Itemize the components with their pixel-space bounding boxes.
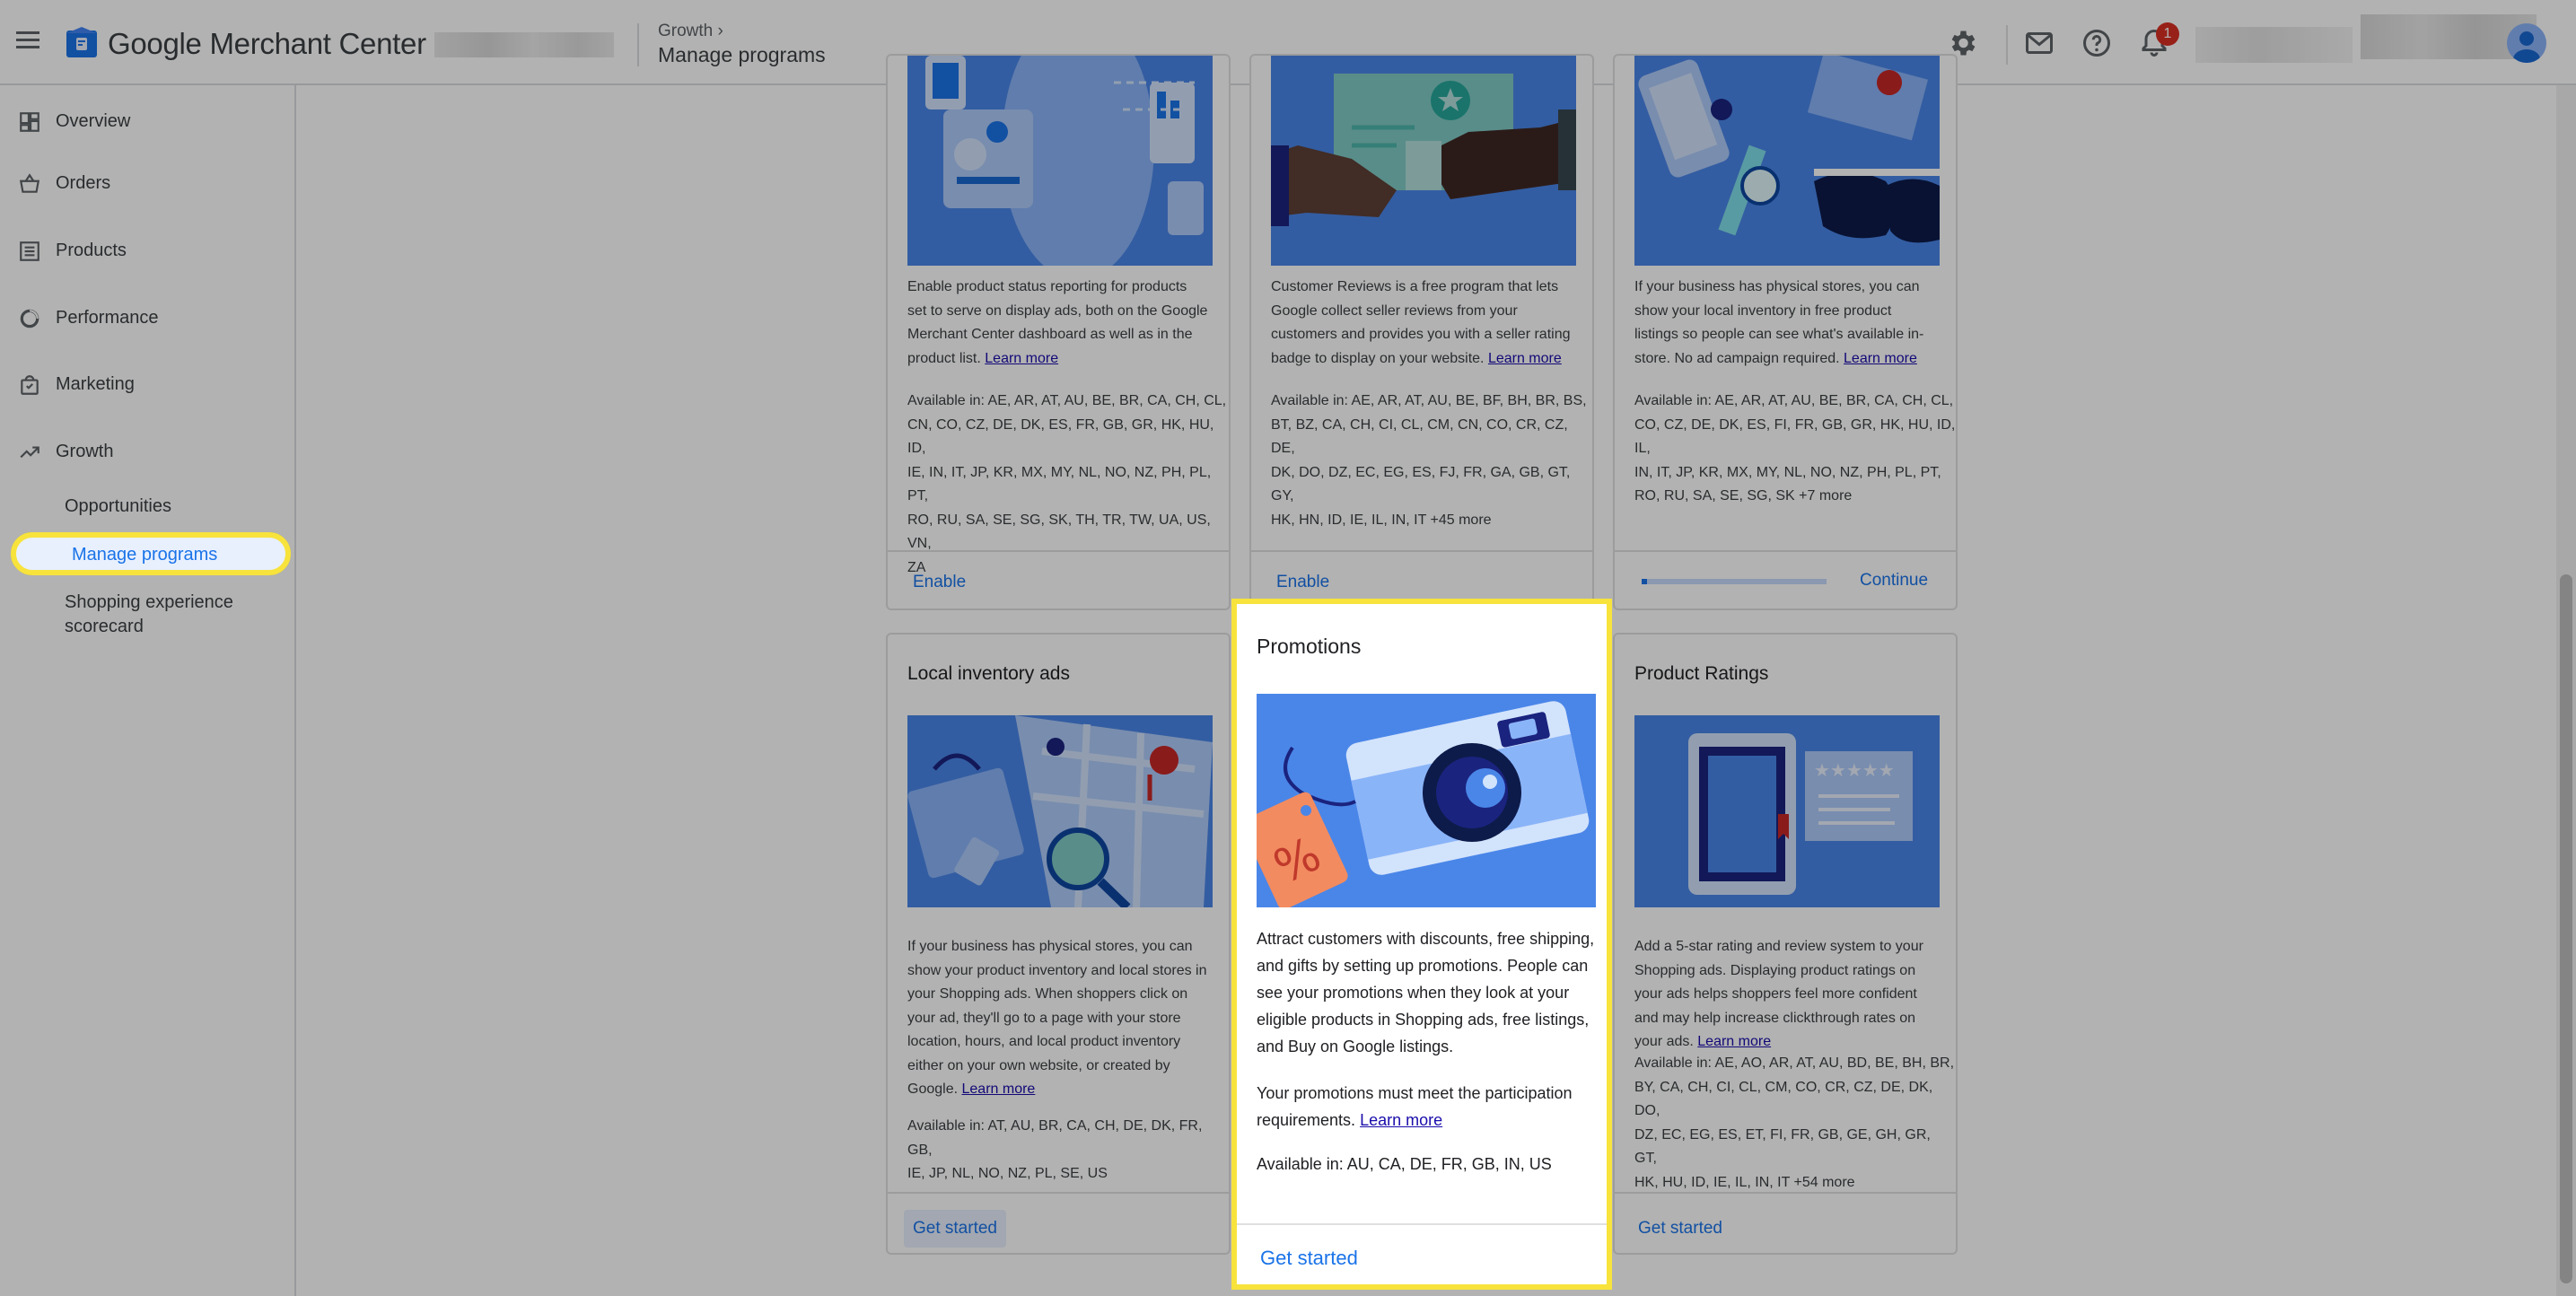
program-card-local-inventory-ads: Local inventory ads If your business has… (886, 633, 1231, 1255)
program-card-customer-reviews: Customer Reviews is a free program that … (1249, 54, 1594, 610)
trending-up-icon (20, 446, 39, 459)
shopping-bag-icon (21, 375, 39, 395)
sidebar-item-orders[interactable]: Orders (0, 162, 296, 206)
list-icon (20, 241, 39, 261)
sidebar-subitem-manage-programs-highlighted[interactable]: Manage programs (11, 532, 291, 575)
sidebar-nav: Overview Orders Products Performance Mar… (0, 85, 296, 1296)
sidebar-item-label: Performance (56, 308, 159, 328)
main-menu-icon[interactable] (14, 27, 41, 54)
mail-icon[interactable] (2023, 27, 2055, 59)
divider (1251, 550, 1592, 552)
divider (1237, 1223, 1607, 1225)
sidebar-item-label: Orders (56, 173, 111, 193)
sidebar-item-marketing[interactable]: Marketing (0, 363, 296, 407)
sidebar-item-growth[interactable]: Growth (0, 430, 296, 475)
divider (1615, 1192, 1956, 1194)
help-icon[interactable] (2081, 27, 2113, 59)
divider (888, 1192, 1229, 1194)
divider (888, 550, 1229, 552)
svg-text:★★★★★: ★★★★★ (1814, 759, 1895, 781)
app-title: Google Merchant Center (108, 27, 426, 60)
learn-more-link[interactable]: Learn more (1488, 351, 1562, 366)
card-availability: Available in: AE, AR, AT, AU, BE, BR, CA… (1634, 393, 1956, 504)
sidebar-subitem-shopping-experience-scorecard[interactable]: Shopping experience scorecard (65, 591, 233, 639)
divider (1615, 550, 1956, 552)
card-availability: Available in: AU, CA, DE, FR, GB, IN, US (1257, 1155, 1552, 1173)
card-description: Attract customers with discounts, free s… (1257, 930, 1595, 1055)
sidebar-item-overview[interactable]: Overview (0, 100, 296, 144)
enable-button[interactable]: Enable (913, 573, 966, 592)
sidebar-item-label: Marketing (56, 374, 135, 394)
basket-icon (19, 173, 40, 193)
notification-count-badge: 1 (2156, 22, 2179, 46)
sidebar-item-label: Manage programs (72, 545, 218, 565)
card-availability: Available in: AT, AU, BR, CA, CH, DE, DK… (907, 1118, 1203, 1181)
continue-button[interactable]: Continue (1860, 571, 1928, 591)
handshake-illustration (1271, 56, 1576, 266)
learn-more-link[interactable]: Learn more (1697, 1034, 1771, 1049)
account-name-redacted[interactable] (434, 32, 614, 57)
program-card-promotions: Promotions % Attract customers with disc… (1231, 599, 1612, 1290)
card-description: Customer Reviews is a free program that … (1271, 279, 1571, 366)
user-name-redacted (2195, 27, 2353, 63)
card-availability: Available in: AE, AR, AT, AU, BE, BF, BH… (1271, 393, 1587, 528)
get-started-button[interactable]: Get started (1638, 1219, 1722, 1239)
get-started-button[interactable]: Get started (1260, 1247, 1358, 1270)
divider (637, 23, 639, 66)
sidebar-item-products[interactable]: Products (0, 229, 296, 274)
scrollbar-thumb[interactable] (2560, 574, 2572, 1283)
dashboard-illustration (907, 56, 1213, 266)
avatar[interactable] (2507, 23, 2546, 63)
learn-more-link[interactable]: Learn more (985, 351, 1058, 366)
card-title: Product Ratings (1634, 663, 1769, 684)
sidebar-item-label: Overview (56, 111, 131, 131)
card-description: Add a 5-star rating and review system to… (1634, 939, 1923, 1049)
setup-progress-bar (1642, 579, 1827, 584)
card-requirements: Your promotions must meet the participat… (1257, 1084, 1573, 1129)
page-title: Manage programs (658, 43, 826, 66)
dashboard-icon (20, 112, 39, 132)
sidebar-item-label: Growth (56, 442, 114, 461)
program-card-dynamic-remarketing: Enable product status reporting for prod… (886, 54, 1231, 610)
learn-more-link[interactable]: Learn more (1360, 1111, 1442, 1129)
sidebar-subitem-opportunities[interactable]: Opportunities (65, 495, 171, 519)
person-icon (2513, 31, 2540, 63)
card-title: Local inventory ads (907, 663, 1070, 684)
merchant-center-logo-icon (66, 27, 97, 57)
card-title: Promotions (1257, 635, 1362, 658)
program-card-product-ratings: Product Ratings ★★★★★ Add a 5-star ratin… (1613, 633, 1958, 1255)
enable-button[interactable]: Enable (1276, 573, 1329, 592)
program-card-free-local-listings: If your business has physical stores, yo… (1613, 54, 1958, 610)
card-description: If your business has physical stores, yo… (907, 939, 1207, 1097)
learn-more-link[interactable]: Learn more (1844, 351, 1917, 366)
get-started-button[interactable]: Get started (904, 1210, 1006, 1248)
local-shopping-illustration (1634, 56, 1940, 266)
donut-chart-icon (20, 309, 39, 328)
card-description: If your business has physical stores, yo… (1634, 279, 1924, 366)
sidebar-item-label: Shopping experience (65, 592, 233, 612)
camera-promotion-illustration: % (1257, 694, 1596, 907)
learn-more-link[interactable]: Learn more (962, 1081, 1036, 1097)
setup-progress-fill (1642, 579, 1648, 584)
divider (2006, 25, 2008, 65)
card-availability: Available in: AE, AO, AR, AT, AU, BD, BE… (1634, 1055, 1955, 1190)
product-ratings-illustration: ★★★★★ (1634, 715, 1940, 907)
store-map-illustration (907, 715, 1213, 907)
sidebar-item-performance[interactable]: Performance (0, 296, 296, 341)
sidebar-item-label: Products (56, 241, 127, 260)
breadcrumb-parent[interactable]: Growth › (658, 22, 723, 41)
sidebar-item-label: scorecard (65, 617, 144, 636)
card-description: Enable product status reporting for prod… (907, 279, 1208, 366)
